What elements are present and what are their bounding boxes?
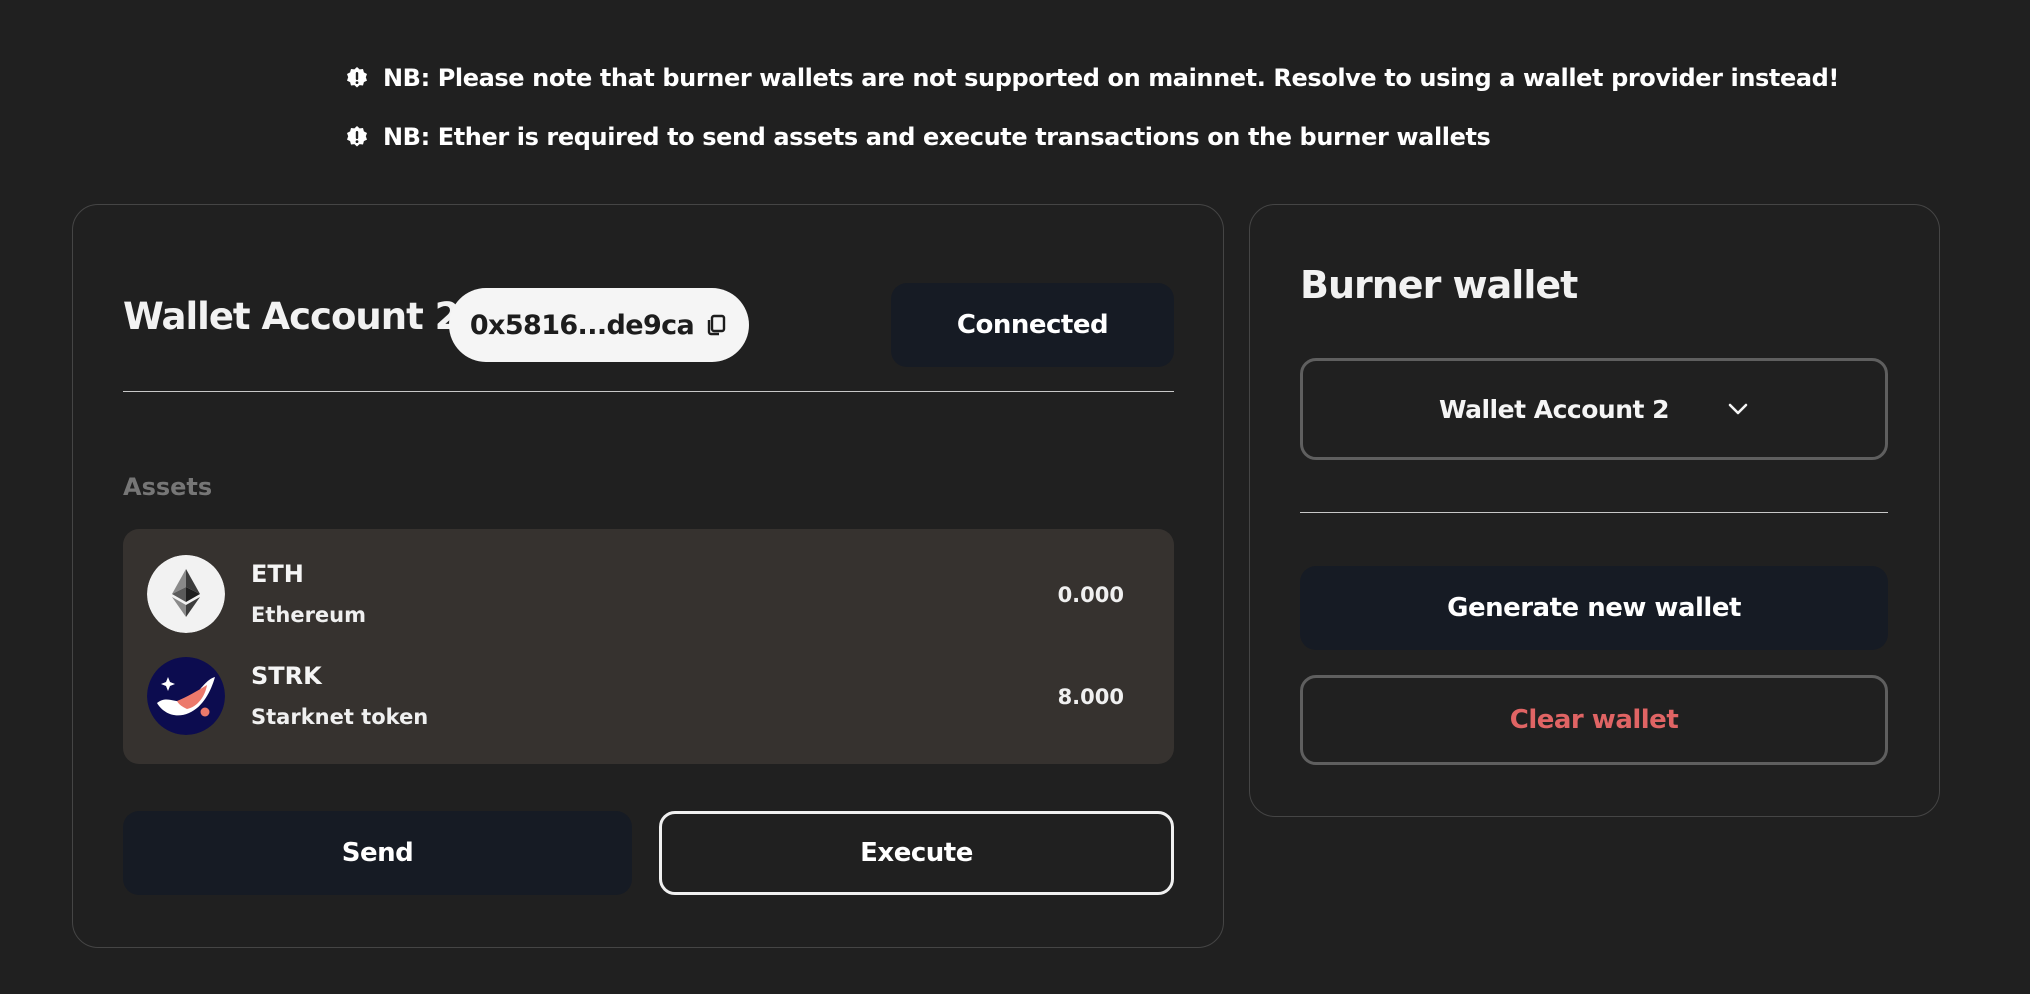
asset-balance: 0.000	[1057, 583, 1124, 607]
copy-address-button[interactable]: 0x5816...de9ca	[449, 288, 749, 362]
notice-text: NB: Please note that burner wallets are …	[383, 64, 1839, 92]
execute-button[interactable]: Execute	[659, 811, 1174, 895]
alert-badge-icon	[347, 67, 367, 88]
asset-balance: 8.000	[1057, 685, 1124, 709]
send-label: Send	[341, 838, 414, 868]
generate-label: Generate new wallet	[1447, 593, 1741, 623]
assets-list: ETH Ethereum 0.000 STRK Starknet token 8…	[123, 529, 1174, 764]
asset-row-eth: ETH Ethereum 0.000	[123, 545, 1174, 645]
divider	[123, 391, 1174, 392]
asset-name: Ethereum	[251, 603, 367, 627]
notice-mainnet: NB: Please note that burner wallets are …	[345, 58, 1839, 98]
execute-label: Execute	[860, 838, 973, 868]
generate-new-wallet-button[interactable]: Generate new wallet	[1300, 566, 1888, 650]
ethereum-icon	[147, 555, 225, 633]
notice-text: NB: Ether is required to send assets and…	[383, 123, 1491, 151]
chevron-down-icon	[1727, 402, 1749, 416]
send-button[interactable]: Send	[123, 811, 632, 895]
asset-name: Starknet token	[251, 705, 429, 729]
notice-ether-required: NB: Ether is required to send assets and…	[345, 117, 1839, 157]
wallet-account-select[interactable]: Wallet Account 2	[1300, 358, 1888, 460]
wallet-address: 0x5816...de9ca	[469, 309, 695, 341]
assets-label: Assets	[123, 473, 213, 501]
connected-label: Connected	[956, 310, 1109, 340]
asset-symbol: STRK	[251, 662, 322, 690]
copy-icon	[707, 314, 726, 336]
burner-wallet-title: Burner wallet	[1300, 263, 1578, 307]
starknet-icon	[147, 657, 225, 735]
alert-badge-icon	[347, 126, 367, 147]
wallet-card: Wallet Account 2 0x5816...de9ca Connecte…	[72, 204, 1224, 948]
selected-account: Wallet Account 2	[1438, 394, 1670, 424]
burner-wallet-card: Burner wallet Wallet Account 2 Generate …	[1249, 204, 1940, 817]
divider	[1300, 512, 1888, 513]
asset-row-strk: STRK Starknet token 8.000	[123, 647, 1174, 747]
connected-status-button[interactable]: Connected	[891, 283, 1174, 367]
clear-wallet-button[interactable]: Clear wallet	[1300, 675, 1888, 765]
notices: NB: Please note that burner wallets are …	[345, 58, 1839, 176]
asset-symbol: ETH	[251, 560, 304, 588]
clear-label: Clear wallet	[1509, 705, 1679, 735]
wallet-title: Wallet Account 2	[123, 295, 460, 338]
